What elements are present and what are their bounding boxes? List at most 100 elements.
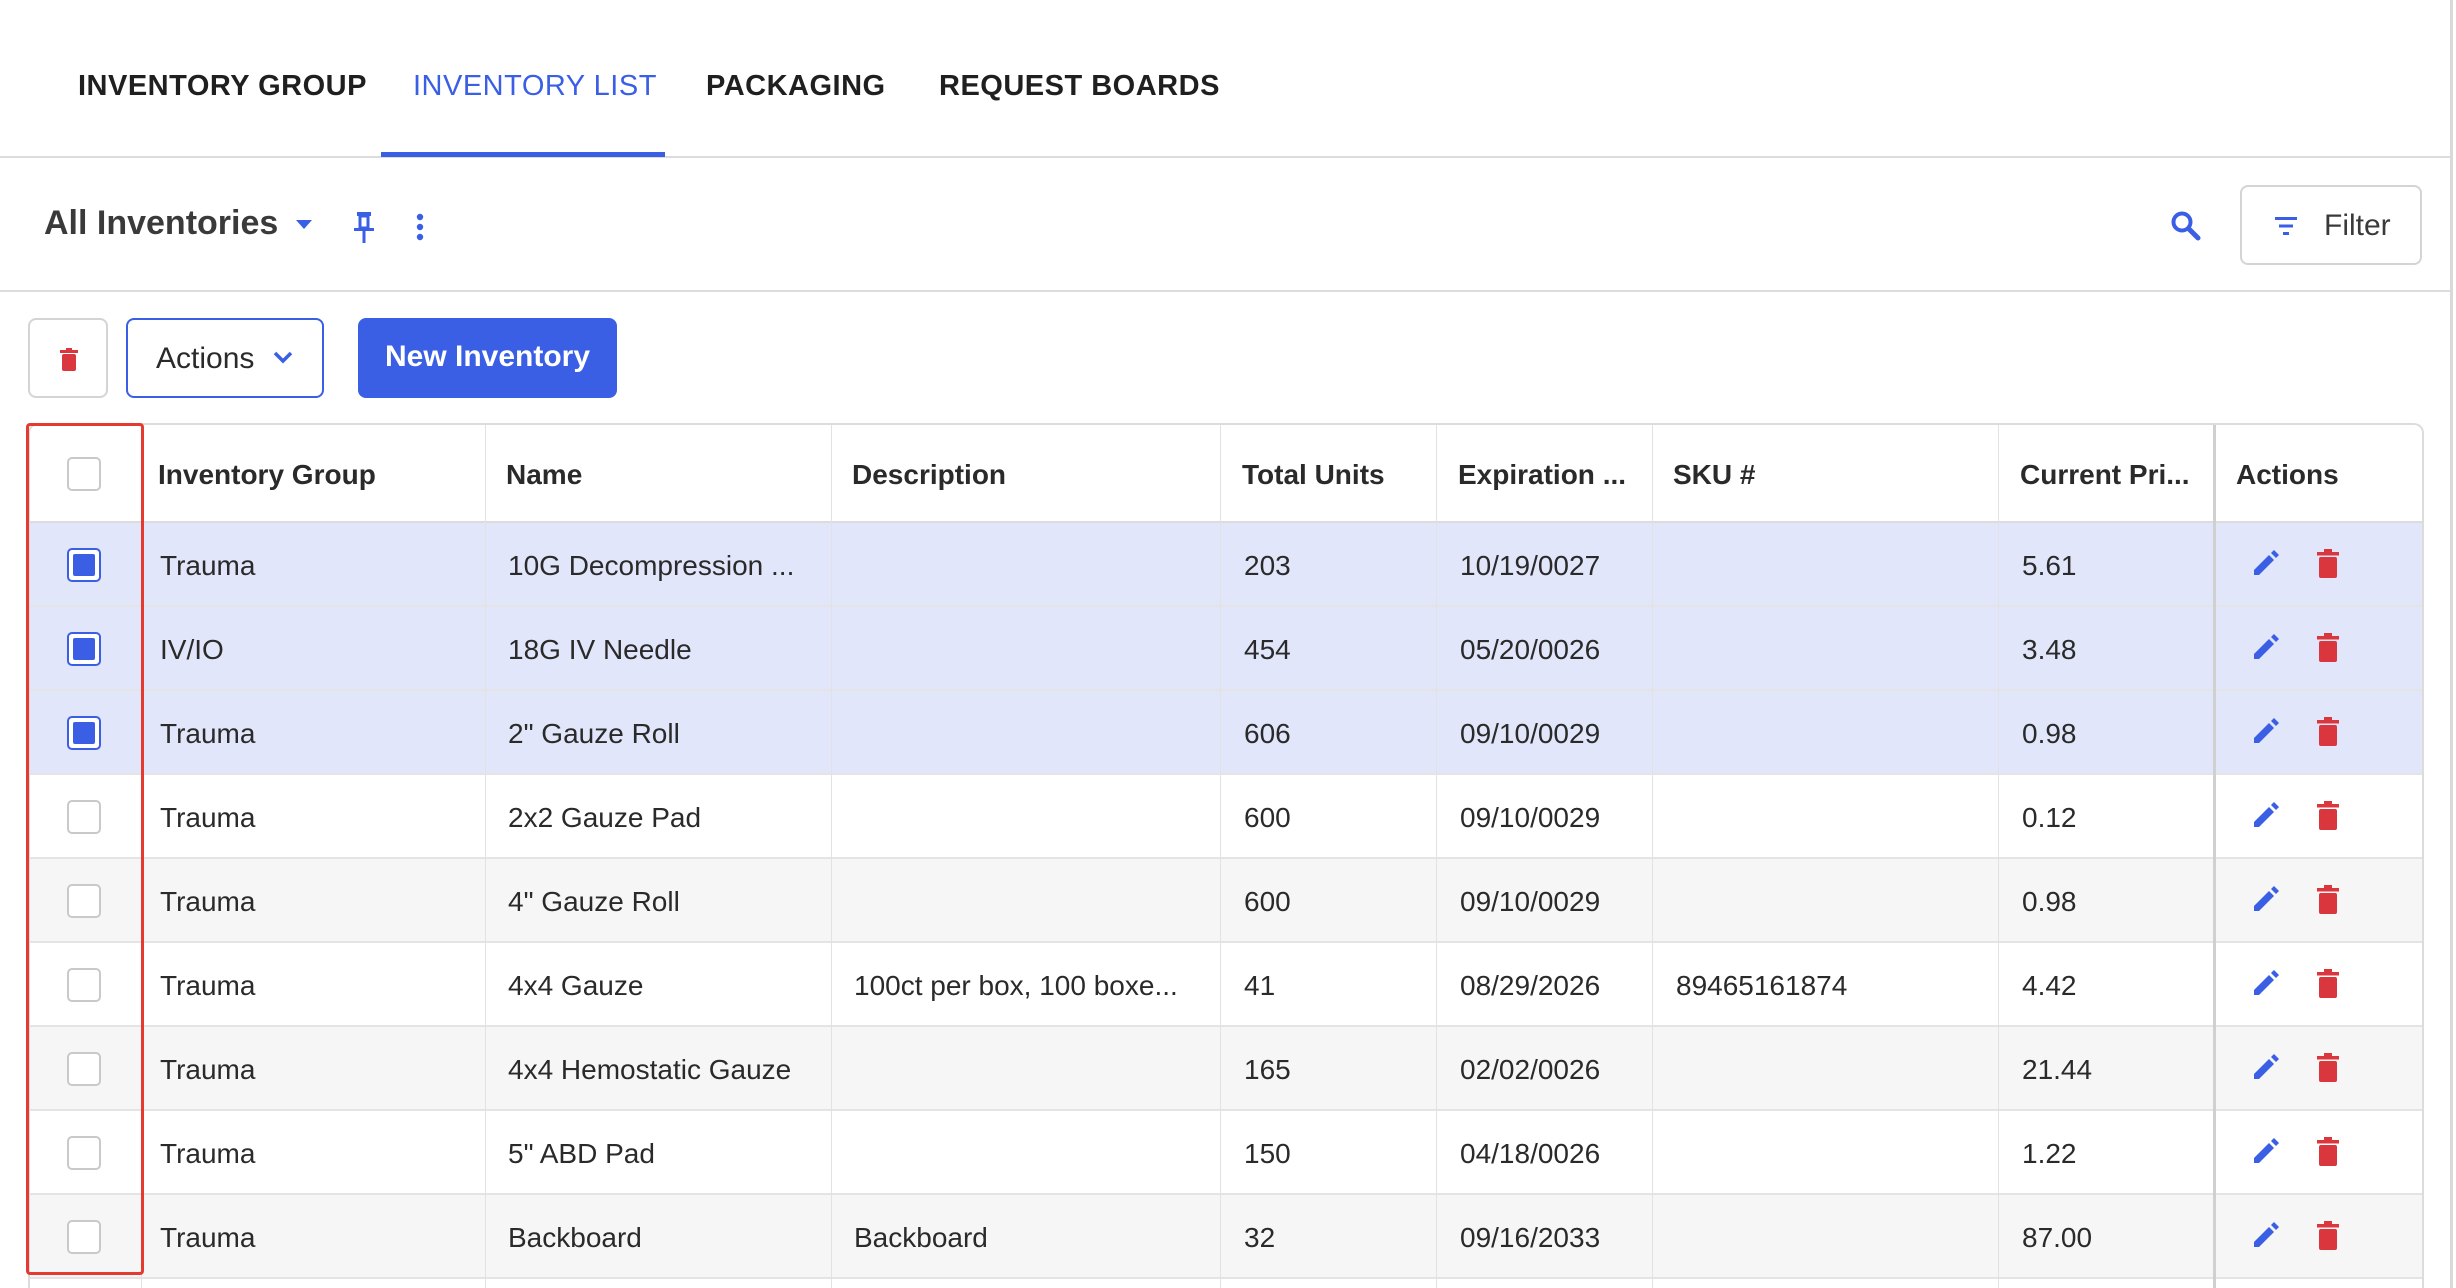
row-actions [2216,943,2422,1025]
table-row[interactable]: Trauma 10G Decompression ... 203 10/19/0027… [30,523,2422,607]
cell-name: 4x4 Hemostatic Gauze [508,1054,792,1085]
table-row[interactable]: Trauma 4x4 Gauze 100ct per box, 100 boxe..… [30,943,2422,1027]
list-toolbar: All Inventories Filter [0,160,2450,292]
row-actions [2216,691,2422,773]
cell-total-units: 150 [1244,1138,1291,1169]
column-header-current-price[interactable]: Current Pri... [2020,459,2205,491]
sticky-column-divider [2213,425,2216,1288]
table-row[interactable]: IV/IO 18G IV Needle 454 05/20/0026 3.48 [30,607,2422,691]
tab-request-boards[interactable]: REQUEST BOARDS [939,70,1220,103]
edit-icon[interactable] [2250,801,2280,831]
trash-icon[interactable] [2316,633,2340,663]
row-checkbox[interactable] [67,800,101,834]
trash-icon[interactable] [2316,969,2340,999]
cell-expiration: 02/02/0026 [1460,1054,1601,1085]
row-checkbox[interactable] [67,716,101,750]
column-divider [1436,425,1437,1288]
row-checkbox[interactable] [67,1220,101,1254]
trash-icon [60,348,78,371]
edit-icon[interactable] [2250,1221,2280,1251]
kebab-icon[interactable] [414,212,426,242]
column-header-sku[interactable]: SKU # [1673,459,1993,491]
trash-icon[interactable] [2316,1053,2340,1083]
cell-current-price: 0.98 [2022,718,2077,749]
new-inventory-label: New Inventory [384,340,591,373]
column-header-inventory-group[interactable]: Inventory Group [158,459,488,491]
cell-sku: 89465161874 [1676,970,1848,1001]
cell-name: 4x4 Gauze [508,970,644,1001]
cell-expiration: 09/16/2033 [1460,1222,1601,1253]
column-header-name[interactable]: Name [506,459,836,491]
cell-total-units: 454 [1244,634,1291,665]
cell-inventory-group: Trauma [160,1054,256,1085]
select-all-checkbox[interactable] [67,457,101,491]
row-checkbox[interactable] [67,968,101,1002]
cell-expiration: 05/20/0026 [1460,634,1601,665]
row-actions [2216,607,2422,689]
chevron-down-icon [273,351,293,364]
cell-current-price: 0.12 [2022,802,2077,833]
panel-edge [2450,0,2453,1288]
inventory-table: Inventory Group Name Description Total U… [28,423,2424,1288]
row-checkbox[interactable] [67,548,101,582]
column-divider [141,425,142,1288]
view-selector[interactable]: All Inventories [44,204,278,243]
cell-current-price: 21.44 [2022,1054,2093,1085]
pin-icon[interactable] [352,210,376,244]
edit-icon[interactable] [2250,549,2280,579]
trash-icon[interactable] [2316,549,2340,579]
trash-icon[interactable] [2316,717,2340,747]
cell-total-units: 600 [1244,802,1291,833]
tab-inventory-group[interactable]: INVENTORY GROUP [78,70,367,103]
edit-icon[interactable] [2250,633,2280,663]
column-header-description[interactable]: Description [852,459,1232,491]
cell-total-units: 32 [1244,1222,1276,1253]
row-checkbox[interactable] [67,1052,101,1086]
cell-description: 100ct per box, 100 boxe... [854,970,1178,1001]
column-header-total-units[interactable]: Total Units [1242,459,1442,491]
row-checkbox[interactable] [67,1136,101,1170]
cell-total-units: 41 [1244,970,1276,1001]
table-row[interactable]: Trauma 2" Gauze Roll 606 09/10/0029 0.98 [30,691,2422,775]
edit-icon[interactable] [2250,969,2280,999]
actions-dropdown[interactable]: Actions [126,318,324,398]
table-header: Inventory Group Name Description Total U… [30,425,2422,523]
row-checkbox[interactable] [67,884,101,918]
column-divider [1220,425,1221,1288]
tab-inventory-list[interactable]: INVENTORY LIST [413,70,657,103]
filter-icon [2275,217,2297,235]
cell-current-price: 3.48 [2022,634,2077,665]
cell-inventory-group: Trauma [160,1222,256,1253]
table-row[interactable]: Trauma 4x4 Hemostatic Gauze 165 02/02/0026 2… [30,1027,2422,1111]
column-header-expiration[interactable]: Expiration ... [1458,459,1658,491]
edit-icon[interactable] [2250,717,2280,747]
cell-name: 5" ABD Pad [508,1138,655,1169]
table-row[interactable]: Trauma 2x2 Gauze Pad 600 09/10/0029 0.12 [30,775,2422,859]
row-actions [2216,523,2422,605]
row-actions [2216,775,2422,857]
row-actions [2216,1027,2422,1109]
trash-icon[interactable] [2316,1221,2340,1251]
edit-icon[interactable] [2250,885,2280,915]
row-checkbox[interactable] [67,632,101,666]
cell-description: Backboard [854,1222,988,1253]
edit-icon[interactable] [2250,1053,2280,1083]
trash-icon[interactable] [2316,885,2340,915]
table-row[interactable]: Trauma 5" ABD Pad 150 04/18/0026 1.22 [30,1111,2422,1195]
search-icon[interactable] [2170,210,2202,242]
table-row[interactable]: Trauma Backboard Backboard 32 09/16/2033 87.0… [30,1195,2422,1279]
tab-packaging[interactable]: PACKAGING [706,70,886,103]
cell-inventory-group: IV/IO [160,634,224,665]
column-divider [831,425,832,1288]
table-row[interactable]: Trauma 4" Gauze Roll 600 09/10/0029 0.98 [30,859,2422,943]
trash-icon[interactable] [2316,801,2340,831]
edit-icon[interactable] [2250,1137,2280,1167]
cell-name: Backboard [508,1222,642,1253]
filter-button[interactable]: Filter [2240,185,2422,265]
cell-total-units: 606 [1244,718,1291,749]
cell-name: 2" Gauze Roll [508,718,680,749]
caret-down-icon[interactable] [296,220,312,229]
new-inventory-button[interactable]: New Inventory [358,318,617,398]
trash-icon[interactable] [2316,1137,2340,1167]
bulk-delete-button[interactable] [28,318,108,398]
